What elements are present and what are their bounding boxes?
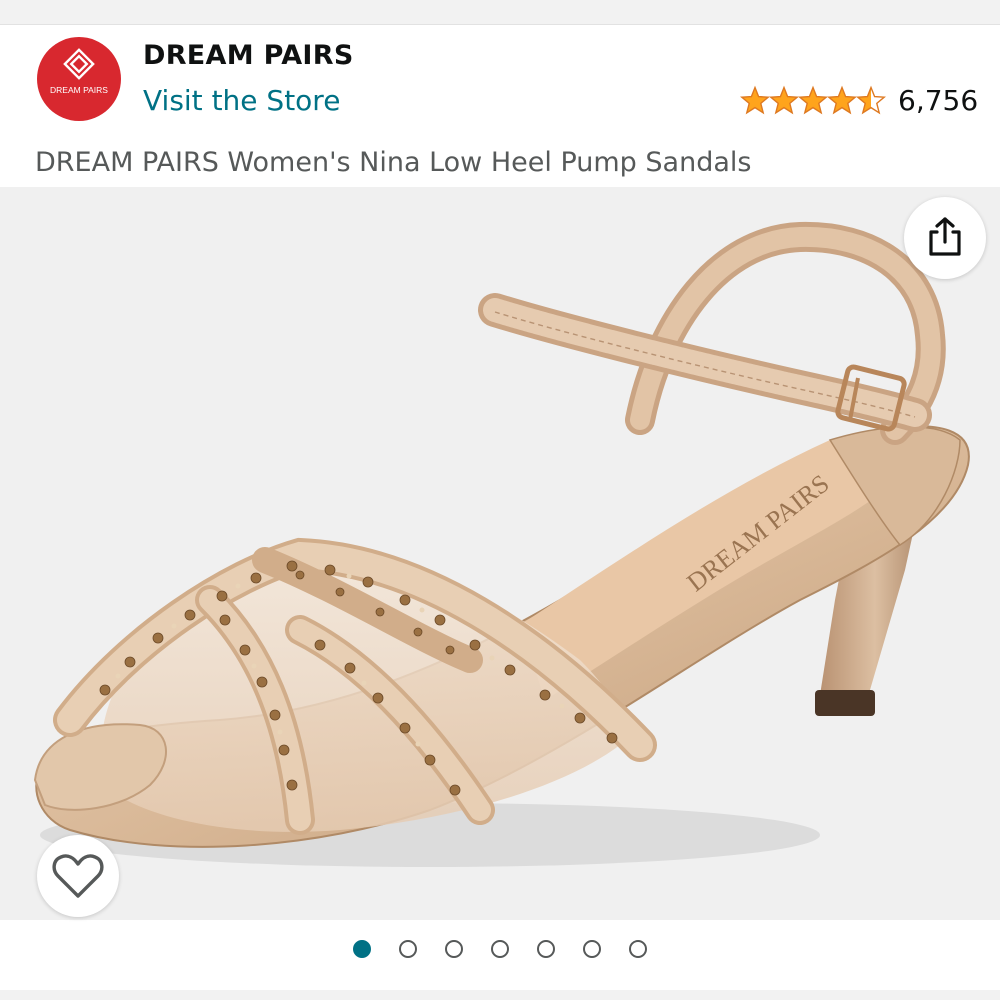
- carousel-dot-4[interactable]: [491, 940, 509, 958]
- image-carousel-indicator: [0, 940, 1000, 966]
- heart-outline-icon: [52, 854, 104, 898]
- brand-logo[interactable]: DREAM PAIRS: [37, 37, 121, 121]
- logo-text: DREAM PAIRS: [50, 85, 108, 95]
- share-button[interactable]: [904, 197, 986, 279]
- bottom-divider-bar: [0, 990, 1000, 1000]
- carousel-dot-7[interactable]: [629, 940, 647, 958]
- product-title: DREAM PAIRS Women's Nina Low Heel Pump S…: [35, 147, 752, 178]
- star-rating-icon: [741, 86, 885, 114]
- visit-store-link[interactable]: Visit the Store: [143, 84, 340, 117]
- carousel-dot-5[interactable]: [537, 940, 555, 958]
- carousel-dot-1[interactable]: [353, 940, 371, 958]
- carousel-dot-6[interactable]: [583, 940, 601, 958]
- product-image[interactable]: DREAM PAIRS: [0, 187, 1000, 920]
- brand-name: DREAM PAIRS: [143, 40, 354, 71]
- share-icon: [929, 217, 961, 256]
- carousel-dot-3[interactable]: [445, 940, 463, 958]
- product-image-gallery[interactable]: DREAM PAIRS: [0, 187, 1000, 920]
- top-divider-bar: [0, 0, 1000, 25]
- dream-pairs-logo-icon: DREAM PAIRS: [50, 48, 108, 95]
- wishlist-button[interactable]: [37, 835, 119, 917]
- carousel-dot-2[interactable]: [399, 940, 417, 958]
- rating-count[interactable]: 6,756: [898, 84, 978, 117]
